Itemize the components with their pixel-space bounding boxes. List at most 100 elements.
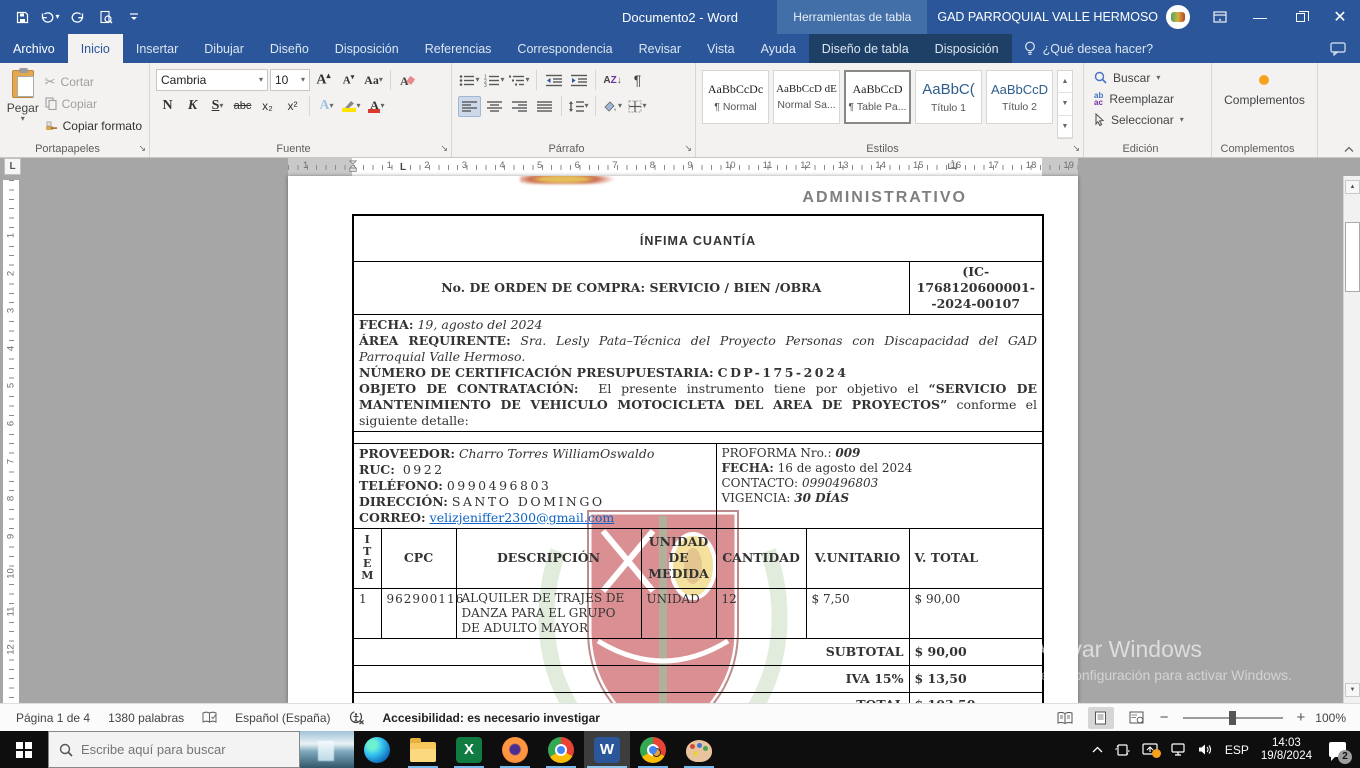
replace-button[interactable]: abac Reemplazar xyxy=(1088,88,1207,109)
zoom-slider[interactable] xyxy=(1183,717,1283,719)
tab-disposicion-tabla[interactable]: Disposición xyxy=(922,34,1012,63)
font-dialog-launcher[interactable]: ↘ xyxy=(440,143,448,154)
tab-diseno-de-tabla[interactable]: Diseño de tabla xyxy=(809,34,922,63)
grow-font-button[interactable]: A▴ xyxy=(312,70,335,91)
tab-archivo[interactable]: Archivo xyxy=(0,34,68,63)
styles-scroll-up-icon[interactable]: ▲ xyxy=(1058,71,1072,93)
document-page[interactable]: ADMINISTRATIVO ÍNFIMA CUANTÍA xyxy=(288,176,1078,703)
clear-formatting-button[interactable]: A xyxy=(396,70,419,91)
comments-button[interactable] xyxy=(1316,34,1360,63)
save-button[interactable] xyxy=(10,5,34,29)
multilevel-list-button[interactable]: ▾ xyxy=(508,70,531,91)
tab-inicio[interactable]: Inicio xyxy=(68,34,123,63)
font-family-combo[interactable]: Cambria▾ xyxy=(156,69,268,91)
proofing-icon[interactable] xyxy=(202,711,217,724)
tab-referencias[interactable]: Referencias xyxy=(412,34,505,63)
align-right-button[interactable] xyxy=(508,96,531,117)
redo-button[interactable] xyxy=(66,5,90,29)
tab-vista[interactable]: Vista xyxy=(694,34,748,63)
format-painter-button[interactable]: Copiar formato xyxy=(42,116,145,135)
word-count[interactable]: 1380 palabras xyxy=(108,711,184,725)
paste-dropdown-caret[interactable]: ▾ xyxy=(21,115,25,123)
tell-me-box[interactable]: ¿Qué desea hacer? xyxy=(1012,34,1166,63)
bold-button[interactable]: N xyxy=(156,96,179,117)
scrollbar-thumb[interactable] xyxy=(1345,222,1360,292)
bullets-button[interactable]: ▾ xyxy=(458,70,481,91)
style-normal-sa[interactable]: AaBbCcD dE Normal Sa... xyxy=(773,70,840,124)
tab-selector-box[interactable]: L xyxy=(4,158,21,175)
styles-scroll-down-icon[interactable]: ▼ xyxy=(1058,93,1072,115)
taskbar-chrome[interactable] xyxy=(538,731,584,768)
action-center-button[interactable]: 2 xyxy=(1324,737,1350,763)
tab-disposicion[interactable]: Disposición xyxy=(322,34,412,63)
print-preview-button[interactable] xyxy=(94,5,118,29)
vertical-scrollbar[interactable]: ▲ ▼ xyxy=(1343,176,1360,703)
start-button[interactable] xyxy=(0,731,48,768)
decrease-indent-button[interactable] xyxy=(542,70,565,91)
taskbar-chrome-profile[interactable] xyxy=(630,731,676,768)
taskbar-edge[interactable] xyxy=(354,731,400,768)
collapse-ribbon-button[interactable] xyxy=(1344,146,1354,153)
strikethrough-button[interactable]: abc xyxy=(231,96,254,117)
styles-more-icon[interactable]: ▼ xyxy=(1058,116,1072,138)
style-titulo-2[interactable]: AaBbCcD Título 2 xyxy=(986,70,1053,124)
align-left-button[interactable] xyxy=(458,96,481,117)
show-marks-button[interactable]: ¶ xyxy=(626,70,649,91)
scroll-down-arrow[interactable]: ▼ xyxy=(1345,683,1360,697)
paragraph-dialog-launcher[interactable]: ↘ xyxy=(684,143,692,154)
scroll-up-arrow[interactable]: ▲ xyxy=(1345,180,1360,194)
taskbar-search[interactable] xyxy=(48,731,300,768)
paste-button[interactable]: Pegar ▾ xyxy=(4,67,42,139)
language-indicator[interactable]: Español (España) xyxy=(235,711,330,725)
qat-customize-button[interactable] xyxy=(122,5,146,29)
copy-button[interactable]: Copiar xyxy=(42,94,145,113)
zoom-level[interactable]: 100% xyxy=(1315,711,1346,725)
sort-button[interactable]: AZ↓ xyxy=(601,70,624,91)
tray-display-share-button[interactable] xyxy=(1142,743,1158,756)
read-mode-button[interactable] xyxy=(1052,707,1078,729)
tab-insertar[interactable]: Insertar xyxy=(123,34,191,63)
tray-language-indicator[interactable]: ESP xyxy=(1225,743,1249,757)
borders-button[interactable]: ▾ xyxy=(626,96,649,117)
underline-button[interactable]: S▾ xyxy=(206,96,229,117)
page-indicator[interactable]: Página 1 de 4 xyxy=(16,711,90,725)
search-input[interactable] xyxy=(81,742,281,757)
indent-markers-icon[interactable] xyxy=(349,159,357,174)
font-color-button[interactable]: A ▾ xyxy=(365,96,388,117)
cut-button[interactable]: ✂ Cortar xyxy=(42,72,145,91)
tray-volume-button[interactable] xyxy=(1198,743,1213,756)
tab-correspondencia[interactable]: Correspondencia xyxy=(504,34,625,63)
line-spacing-button[interactable]: ▾ xyxy=(567,96,590,117)
zoom-out-button[interactable]: − xyxy=(1160,709,1169,726)
horizontal-ruler[interactable]: 1 L 12345678910111213141516171819 xyxy=(0,158,1360,176)
restore-button[interactable] xyxy=(1280,0,1320,34)
web-layout-button[interactable] xyxy=(1124,707,1150,729)
zoom-slider-handle[interactable] xyxy=(1229,711,1236,725)
close-button[interactable]: ✕ xyxy=(1320,0,1360,34)
highlight-button[interactable]: ▾ xyxy=(340,96,363,117)
undo-button[interactable]: ▾ xyxy=(38,5,62,29)
clipboard-dialog-launcher[interactable]: ↘ xyxy=(138,143,146,154)
vertical-ruler[interactable]: 123456789101112 xyxy=(3,180,19,703)
change-case-button[interactable]: Aa▾ xyxy=(362,70,385,91)
accessibility-icon[interactable] xyxy=(349,710,365,725)
print-layout-button[interactable] xyxy=(1088,707,1114,729)
subscript-button[interactable]: x₂ xyxy=(256,96,279,117)
addins-button[interactable]: Complementos xyxy=(1224,75,1305,107)
styles-dialog-launcher[interactable]: ↘ xyxy=(1072,143,1080,154)
taskbar-word[interactable]: W xyxy=(584,731,630,768)
tab-ayuda[interactable]: Ayuda xyxy=(748,34,809,63)
tab-revisar[interactable]: Revisar xyxy=(626,34,694,63)
taskbar-excel[interactable]: X xyxy=(446,731,492,768)
tray-network-button[interactable] xyxy=(1170,743,1186,756)
undo-dropdown-caret[interactable]: ▾ xyxy=(55,13,59,21)
italic-button[interactable]: K xyxy=(181,96,204,117)
shading-button[interactable]: ▾ xyxy=(601,96,624,117)
minimize-button[interactable]: — xyxy=(1240,0,1280,34)
tray-tablet-mode-button[interactable] xyxy=(1115,743,1130,757)
style-titulo-1[interactable]: AaBbC( Título 1 xyxy=(915,70,982,124)
accessibility-status[interactable]: Accesibilidad: es necesario investigar xyxy=(383,711,600,725)
correo-link[interactable]: velizjeniffer2300@gmail.com xyxy=(430,510,615,525)
increase-indent-button[interactable] xyxy=(567,70,590,91)
tab-diseno[interactable]: Diseño xyxy=(257,34,322,63)
